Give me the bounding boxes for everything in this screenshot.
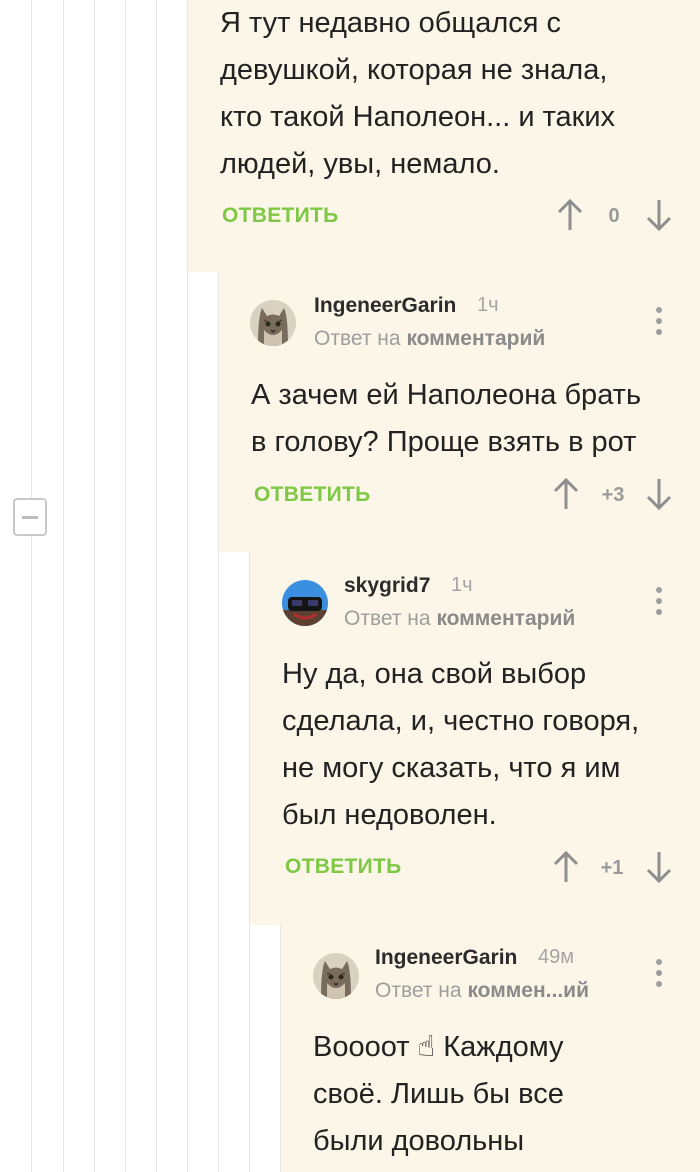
reply-to-prefix: Ответ на	[375, 979, 462, 1002]
thread-line	[63, 0, 64, 1172]
comment: IngeneerGarin 1ч Ответ на комментарий А …	[219, 272, 700, 552]
username[interactable]: skygrid7	[344, 574, 430, 598]
comment-time: 49м	[538, 946, 574, 968]
upvote-arrow-icon[interactable]	[557, 198, 583, 232]
more-options-icon[interactable]	[656, 959, 662, 989]
vote-score: +1	[600, 857, 624, 879]
username[interactable]: IngeneerGarin	[314, 294, 456, 318]
thread-line	[125, 0, 126, 1172]
downvote-arrow-icon[interactable]	[646, 850, 672, 884]
thread-line	[156, 0, 157, 1172]
reply-button[interactable]: ОТВЕТИТЬ	[285, 855, 402, 879]
reply-to-prefix: Ответ на	[314, 327, 401, 350]
more-options-icon[interactable]	[656, 307, 662, 337]
vote-score: +3	[601, 484, 625, 506]
comment: Я тут недавно общался с девушкой, котора…	[188, 0, 700, 272]
vote-score: 0	[608, 205, 620, 227]
upvote-arrow-icon[interactable]	[553, 477, 579, 511]
cat-avatar-icon[interactable]	[313, 953, 359, 999]
reply-to-label: Ответ на коммен...ий	[375, 979, 589, 1003]
downvote-arrow-icon[interactable]	[646, 477, 672, 511]
cat-avatar-icon[interactable]	[250, 300, 296, 346]
comment: skygrid7 1ч Ответ на комментарий Ну да, …	[250, 552, 700, 925]
comment-text: Воооот ☝ Каждому своё. Лишь бы все были …	[313, 1031, 564, 1157]
reply-to-link[interactable]: комментарий	[436, 607, 575, 630]
comment-time: 1ч	[451, 574, 473, 596]
comment-text: Ну да, она свой выбор сделала, и, честно…	[282, 658, 640, 831]
reply-button[interactable]: ОТВЕТИТЬ	[222, 204, 339, 228]
reply-to-prefix: Ответ на	[344, 607, 431, 630]
vr-headset-avatar-icon[interactable]	[282, 580, 328, 626]
collapse-thread-icon[interactable]	[13, 498, 47, 536]
upvote-arrow-icon[interactable]	[553, 850, 579, 884]
reply-to-link[interactable]: коммен...ий	[467, 979, 589, 1002]
thread-line	[31, 0, 32, 1172]
comment-text: Я тут недавно общался с девушкой, котора…	[220, 7, 616, 180]
comment: IngeneerGarin 49м Ответ на коммен...ий В…	[281, 925, 700, 1172]
username[interactable]: IngeneerGarin	[375, 946, 517, 970]
reply-to-label: Ответ на комментарий	[314, 327, 545, 351]
thread-line	[94, 0, 95, 1172]
downvote-arrow-icon[interactable]	[646, 198, 672, 232]
comment-time: 1ч	[477, 294, 499, 316]
reply-to-label: Ответ на комментарий	[344, 607, 575, 631]
more-options-icon[interactable]	[656, 587, 662, 617]
reply-button[interactable]: ОТВЕТИТЬ	[254, 483, 371, 507]
reply-to-link[interactable]: комментарий	[406, 327, 545, 350]
comment-text: А зачем ей Наполеона брать в голову? Про…	[251, 379, 642, 458]
